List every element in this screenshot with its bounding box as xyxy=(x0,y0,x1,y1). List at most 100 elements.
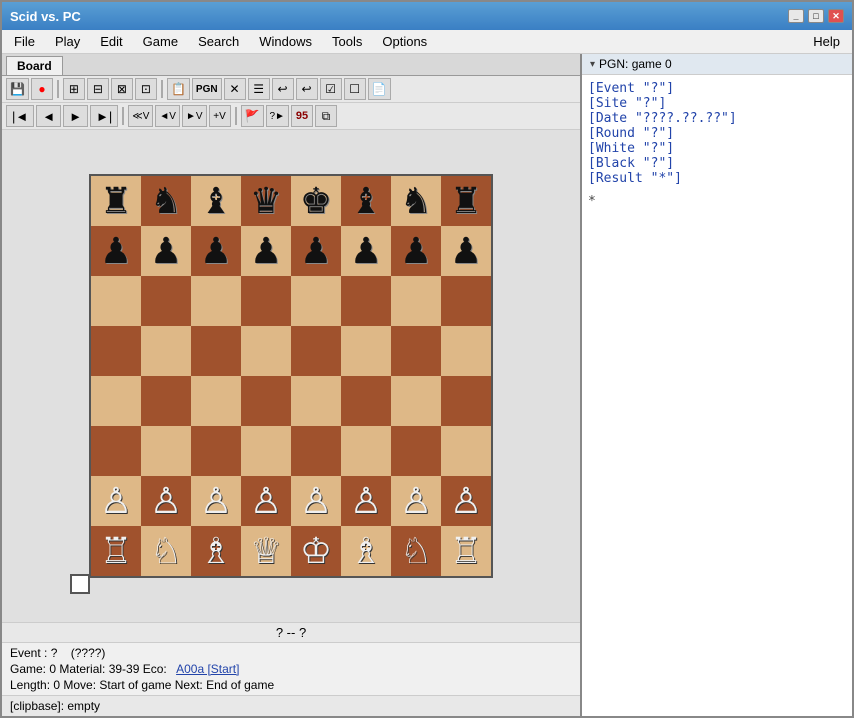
tb-copy[interactable]: 📄 xyxy=(368,78,391,100)
chess-cell-7-1[interactable]: ♘ xyxy=(141,526,191,576)
chess-cell-0-5[interactable]: ♝ xyxy=(341,176,391,226)
chess-cell-4-1[interactable] xyxy=(141,376,191,426)
chess-cell-3-1[interactable] xyxy=(141,326,191,376)
chess-cell-2-7[interactable] xyxy=(441,276,491,326)
tb-red[interactable]: ● xyxy=(31,78,53,100)
chess-cell-4-4[interactable] xyxy=(291,376,341,426)
tab-board[interactable]: Board xyxy=(6,56,63,75)
chess-cell-5-5[interactable] xyxy=(341,426,391,476)
tb-flipboard[interactable]: ⊞ xyxy=(63,78,85,100)
chess-cell-3-2[interactable] xyxy=(191,326,241,376)
chess-cell-7-5[interactable]: ♗ xyxy=(341,526,391,576)
chess-cell-3-4[interactable] xyxy=(291,326,341,376)
tb-undo[interactable]: ↩ xyxy=(272,78,294,100)
menu-game[interactable]: Game xyxy=(135,32,186,51)
chess-cell-1-4[interactable]: ♟ xyxy=(291,226,341,276)
status-eco-link[interactable]: A00a [Start] xyxy=(176,662,239,676)
chess-cell-3-0[interactable] xyxy=(91,326,141,376)
chess-cell-7-7[interactable]: ♖ xyxy=(441,526,491,576)
chess-cell-2-1[interactable] xyxy=(141,276,191,326)
chess-cell-6-1[interactable]: ♙ xyxy=(141,476,191,526)
chess-cell-1-7[interactable]: ♟ xyxy=(441,226,491,276)
tb-start[interactable]: |◄ xyxy=(6,105,34,127)
chess-cell-5-7[interactable] xyxy=(441,426,491,476)
chess-cell-0-4[interactable]: ♚ xyxy=(291,176,341,226)
chess-cell-6-5[interactable]: ♙ xyxy=(341,476,391,526)
chess-cell-2-2[interactable] xyxy=(191,276,241,326)
chess-cell-1-1[interactable]: ♟ xyxy=(141,226,191,276)
menu-help[interactable]: Help xyxy=(805,32,848,51)
chess-cell-3-7[interactable] xyxy=(441,326,491,376)
chess-cell-0-2[interactable]: ♝ xyxy=(191,176,241,226)
tb-varprev[interactable]: ≪V xyxy=(128,105,153,127)
minimize-button[interactable]: _ xyxy=(788,9,804,23)
menu-search[interactable]: Search xyxy=(190,32,247,51)
tb-varnextstep[interactable]: ►V xyxy=(182,105,207,127)
maximize-button[interactable]: □ xyxy=(808,9,824,23)
tb-pgn[interactable]: PGN xyxy=(192,78,222,100)
tb-close-game[interactable]: ✕ xyxy=(224,78,246,100)
chess-cell-6-3[interactable]: ♙ xyxy=(241,476,291,526)
chess-cell-3-6[interactable] xyxy=(391,326,441,376)
chess-cell-7-0[interactable]: ♖ xyxy=(91,526,141,576)
chess-cell-3-3[interactable] xyxy=(241,326,291,376)
menu-play[interactable]: Play xyxy=(47,32,88,51)
tb-hint[interactable]: ?► xyxy=(266,105,289,127)
chess-cell-2-0[interactable] xyxy=(91,276,141,326)
tb-redo[interactable]: ↩ xyxy=(296,78,318,100)
chess-cell-5-4[interactable] xyxy=(291,426,341,476)
chess-cell-5-2[interactable] xyxy=(191,426,241,476)
tb-jump[interactable]: ⊡ xyxy=(135,78,157,100)
chess-cell-6-2[interactable]: ♙ xyxy=(191,476,241,526)
chess-cell-0-7[interactable]: ♜ xyxy=(441,176,491,226)
tb-prev[interactable]: ◄ xyxy=(36,105,61,127)
chess-cell-6-4[interactable]: ♙ xyxy=(291,476,341,526)
chess-cell-2-5[interactable] xyxy=(341,276,391,326)
chess-cell-0-6[interactable]: ♞ xyxy=(391,176,441,226)
chess-cell-2-3[interactable] xyxy=(241,276,291,326)
chess-cell-5-3[interactable] xyxy=(241,426,291,476)
close-button[interactable]: ✕ xyxy=(828,9,844,23)
chess-cell-7-4[interactable]: ♔ xyxy=(291,526,341,576)
chess-cell-4-3[interactable] xyxy=(241,376,291,426)
chess-cell-4-0[interactable] xyxy=(91,376,141,426)
chess-board[interactable]: ♜♞♝♛♚♝♞♜♟♟♟♟♟♟♟♟♙♙♙♙♙♙♙♙♖♘♗♕♔♗♘♖ xyxy=(89,174,493,578)
tb-varnext[interactable]: +V xyxy=(209,105,231,127)
chess-cell-6-7[interactable]: ♙ xyxy=(441,476,491,526)
chess-cell-1-3[interactable]: ♟ xyxy=(241,226,291,276)
chess-cell-1-0[interactable]: ♟ xyxy=(91,226,141,276)
menu-file[interactable]: File xyxy=(6,32,43,51)
chess-cell-7-6[interactable]: ♘ xyxy=(391,526,441,576)
tb-next[interactable]: ► xyxy=(63,105,88,127)
tb-flag[interactable]: 🚩 xyxy=(241,105,264,127)
chess-cell-4-5[interactable] xyxy=(341,376,391,426)
tb-end[interactable]: ►| xyxy=(90,105,118,127)
chess-cell-6-6[interactable]: ♙ xyxy=(391,476,441,526)
tb-notation[interactable]: 📋 xyxy=(167,78,190,100)
tb-uncheck[interactable]: ☐ xyxy=(344,78,366,100)
tb-varprevstep[interactable]: ◄V xyxy=(155,105,180,127)
chess-cell-2-6[interactable] xyxy=(391,276,441,326)
menu-edit[interactable]: Edit xyxy=(92,32,130,51)
tb-check[interactable]: ☑ xyxy=(320,78,342,100)
chess-cell-4-6[interactable] xyxy=(391,376,441,426)
tb-save[interactable]: 💾 xyxy=(6,78,29,100)
tb-setup[interactable]: ☰ xyxy=(248,78,270,100)
chess-cell-5-1[interactable] xyxy=(141,426,191,476)
chess-cell-3-5[interactable] xyxy=(341,326,391,376)
chess-cell-5-0[interactable] xyxy=(91,426,141,476)
chess-cell-7-3[interactable]: ♕ xyxy=(241,526,291,576)
menu-windows[interactable]: Windows xyxy=(251,32,320,51)
tb-score[interactable]: 95 xyxy=(291,105,313,127)
chess-cell-0-0[interactable]: ♜ xyxy=(91,176,141,226)
tb-prev-game[interactable]: ⊟ xyxy=(87,78,109,100)
chess-cell-0-3[interactable]: ♛ xyxy=(241,176,291,226)
chess-cell-7-2[interactable]: ♗ xyxy=(191,526,241,576)
chess-cell-2-4[interactable] xyxy=(291,276,341,326)
menu-tools[interactable]: Tools xyxy=(324,32,370,51)
tb-next-game[interactable]: ⊠ xyxy=(111,78,133,100)
chess-cell-0-1[interactable]: ♞ xyxy=(141,176,191,226)
chess-cell-1-5[interactable]: ♟ xyxy=(341,226,391,276)
chess-cell-1-6[interactable]: ♟ xyxy=(391,226,441,276)
chess-cell-5-6[interactable] xyxy=(391,426,441,476)
